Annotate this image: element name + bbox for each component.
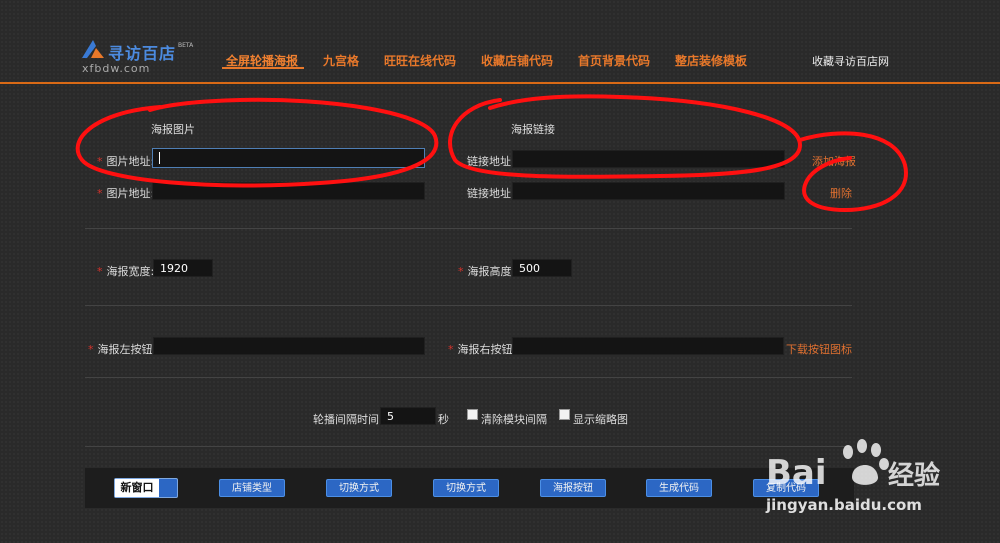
favorite-site-link[interactable]: 收藏寻访百店网 [812,53,889,69]
interval-label: 轮播间隔时间: [313,413,383,426]
watermark-url: jingyan.baidu.com [766,496,922,514]
text-caret [159,152,160,164]
right-button-input[interactable] [512,337,784,355]
required-mark: * [97,265,103,278]
required-mark: * [448,343,454,356]
delete-poster-link[interactable]: 删除 [830,185,852,201]
poster-link-heading: 海报链接 [511,123,555,136]
width-label-text: 海报宽度: [106,265,155,278]
right-button-label: * 海报右按钮: [448,341,516,357]
show-thumbnails-label: 显示缩略图 [573,413,628,426]
image-address-text: 图片地址: [106,155,155,168]
nav-home-background-code[interactable]: 首页背景代码 [578,52,650,69]
poster-width-input[interactable]: 1920 [153,259,213,277]
section-divider [85,228,852,229]
section-divider [85,377,852,378]
image-address-label-1: * 图片地址: [97,153,154,169]
left-button-label: * 海报左按钮: [88,341,156,357]
logo-domain: xfbdw.com [82,62,151,75]
switch-mode-button-1[interactable]: 切换方式 [326,479,392,497]
top-header: 寻访百店 BETA xfbdw.com 全屏轮播海报 九宫格 旺旺在线代码 收藏… [0,0,1000,82]
new-window-toggle[interactable]: 新窗口 [114,478,178,498]
link-address-input-2[interactable] [512,182,785,200]
new-window-label: 新窗口 [115,479,159,497]
interval-unit: 秒 [438,413,449,426]
left-button-label-text: 海报左按钮: [97,343,157,356]
nav-wangwang-code[interactable]: 旺旺在线代码 [384,52,456,69]
nav-active-indicator [222,67,304,69]
required-mark: * [458,265,464,278]
generate-code-button[interactable]: 生成代码 [646,479,712,497]
watermark-brand-2: 经验 [888,460,940,491]
logo-text[interactable]: 寻访百店 [108,40,176,64]
logo-icon [82,40,104,58]
watermark-brand: Bai [766,453,827,493]
section-divider [85,305,852,306]
right-button-label-text: 海报右按钮: [457,343,517,356]
link-address-label-2: 链接地址: [467,187,515,200]
nav-favorite-shop-code[interactable]: 收藏店铺代码 [481,52,553,69]
clear-spacing-label: 清除模块间隔 [481,413,547,426]
height-label: * 海报高度: [458,263,515,279]
section-divider [85,446,852,447]
paw-icon [843,439,889,485]
nav-nine-grid[interactable]: 九宫格 [323,52,359,69]
download-button-icon-link[interactable]: 下载按钮图标 [786,341,852,357]
width-label: * 海报宽度: [97,263,154,279]
clear-spacing-checkbox[interactable] [467,409,478,420]
height-label-text: 海报高度: [467,265,516,278]
link-address-label-1: 链接地址: [467,155,515,168]
left-button-input[interactable] [153,337,425,355]
switch-mode-button-2[interactable]: 切换方式 [433,479,499,497]
link-address-input-1[interactable] [512,150,785,168]
poster-image-heading: 海报图片 [151,123,195,136]
header-divider [0,82,1000,84]
image-address-input-2[interactable] [152,182,425,200]
image-address-input-1[interactable] [152,148,425,168]
required-mark: * [97,155,103,168]
required-mark: * [97,187,103,200]
interval-input[interactable]: 5 [380,407,436,425]
show-thumbnails-checkbox[interactable] [559,409,570,420]
add-poster-link[interactable]: 添加海报 [812,153,856,169]
nav-shop-template[interactable]: 整店装修模板 [675,52,747,69]
image-address-label-2: * 图片地址: [97,185,154,201]
shop-type-button[interactable]: 店铺类型 [219,479,285,497]
logo-beta: BETA [178,42,194,49]
poster-button-button[interactable]: 海报按钮 [540,479,606,497]
poster-height-input[interactable]: 500 [512,259,572,277]
image-address-text: 图片地址: [106,187,155,200]
required-mark: * [88,343,94,356]
